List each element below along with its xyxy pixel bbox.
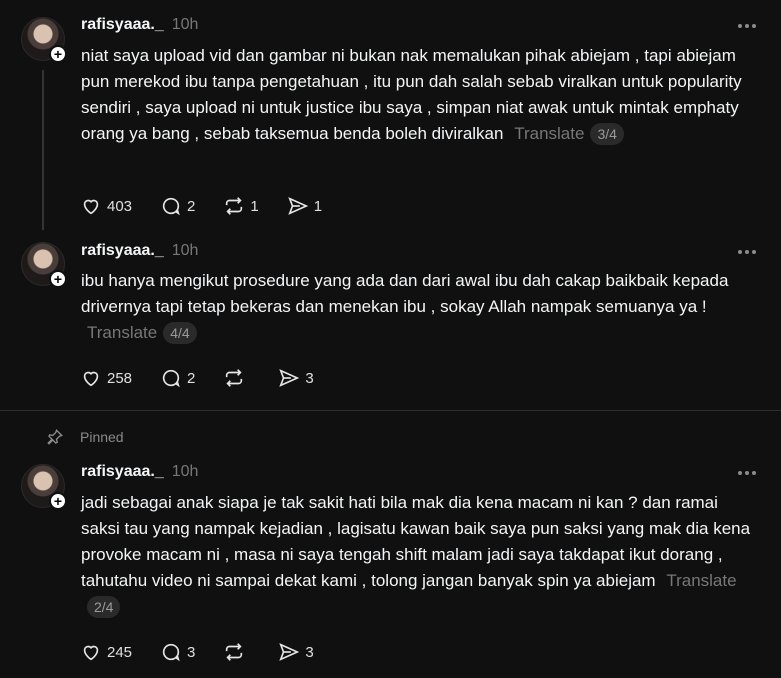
share-count: 1 — [313, 197, 323, 215]
reply-button[interactable]: 3 — [160, 641, 195, 663]
post-text: niat saya upload vid dan gambar ni bukan… — [81, 43, 761, 147]
repost-icon — [226, 197, 243, 215]
reply-count: 3 — [187, 643, 196, 661]
like-button[interactable]: 245 — [80, 641, 132, 663]
reply-button[interactable]: 2 — [160, 195, 195, 217]
translate-button[interactable]: Translate — [514, 124, 584, 143]
thread-page-badge: 2/4 — [87, 596, 121, 618]
heart-icon — [83, 199, 99, 215]
like-count: 258 — [107, 369, 133, 387]
reply-count: 2 — [187, 369, 196, 387]
heart-icon — [83, 371, 99, 387]
repost-count: 1 — [250, 197, 259, 215]
post-text: jadi sebagai anak siapa je tak sakit hat… — [81, 490, 761, 620]
like-count: 245 — [107, 643, 133, 661]
like-button[interactable]: 258 — [80, 367, 132, 389]
comment-icon — [162, 643, 180, 662]
like-button[interactable]: 403 — [80, 195, 132, 217]
thread-line — [42, 70, 44, 230]
action-bar: 403 2 1 1 — [80, 194, 350, 218]
share-button[interactable]: 1 — [287, 195, 322, 217]
timestamp[interactable]: 10h — [172, 16, 199, 33]
more-icon[interactable] — [735, 467, 759, 479]
share-icon — [279, 369, 300, 387]
like-count: 403 — [107, 197, 133, 215]
follow-plus-icon[interactable]: + — [49, 492, 67, 510]
repost-button[interactable]: 1 — [223, 195, 259, 217]
timestamp[interactable]: 10h — [172, 463, 199, 480]
reply-count: 2 — [187, 197, 196, 215]
post-body: niat saya upload vid dan gambar ni bukan… — [81, 46, 742, 143]
post-body: ibu hanya mengikut prosedure yang ada da… — [81, 271, 729, 316]
repost-button[interactable] — [223, 641, 250, 663]
reply-button[interactable]: 2 — [160, 367, 195, 389]
repost-icon — [226, 369, 243, 387]
more-icon[interactable] — [735, 20, 759, 32]
post-text: ibu hanya mengikut prosedure yang ada da… — [81, 268, 761, 346]
share-icon — [279, 643, 300, 661]
post-body: jadi sebagai anak siapa je tak sakit hat… — [81, 493, 751, 590]
timestamp[interactable]: 10h — [172, 242, 199, 259]
share-button[interactable]: 3 — [278, 367, 314, 389]
action-bar: 245 3 3 — [80, 640, 342, 664]
repost-icon — [226, 643, 243, 661]
username[interactable]: rafisyaaa._ — [81, 463, 164, 480]
pinned-indicator: Pinned — [46, 428, 124, 446]
pinned-label: Pinned — [80, 429, 124, 445]
thread-page-badge: 4/4 — [163, 322, 197, 344]
share-count: 3 — [305, 369, 314, 387]
translate-button[interactable]: Translate — [87, 323, 157, 342]
pin-icon — [47, 429, 63, 445]
more-icon[interactable] — [735, 246, 759, 258]
comment-icon — [162, 369, 180, 388]
follow-plus-icon[interactable]: + — [49, 45, 67, 63]
follow-plus-icon[interactable]: + — [49, 270, 67, 288]
username[interactable]: rafisyaaa._ — [81, 16, 164, 33]
comment-icon — [162, 197, 180, 216]
heart-icon — [83, 645, 99, 661]
share-count: 3 — [305, 643, 314, 661]
share-icon — [288, 197, 309, 215]
divider — [0, 410, 781, 411]
share-button[interactable]: 3 — [278, 641, 314, 663]
action-bar: 258 2 3 — [80, 366, 342, 390]
username[interactable]: rafisyaaa._ — [81, 242, 164, 259]
repost-button[interactable] — [223, 367, 250, 389]
thread-page-badge: 3/4 — [590, 123, 624, 145]
translate-button[interactable]: Translate — [666, 571, 736, 590]
